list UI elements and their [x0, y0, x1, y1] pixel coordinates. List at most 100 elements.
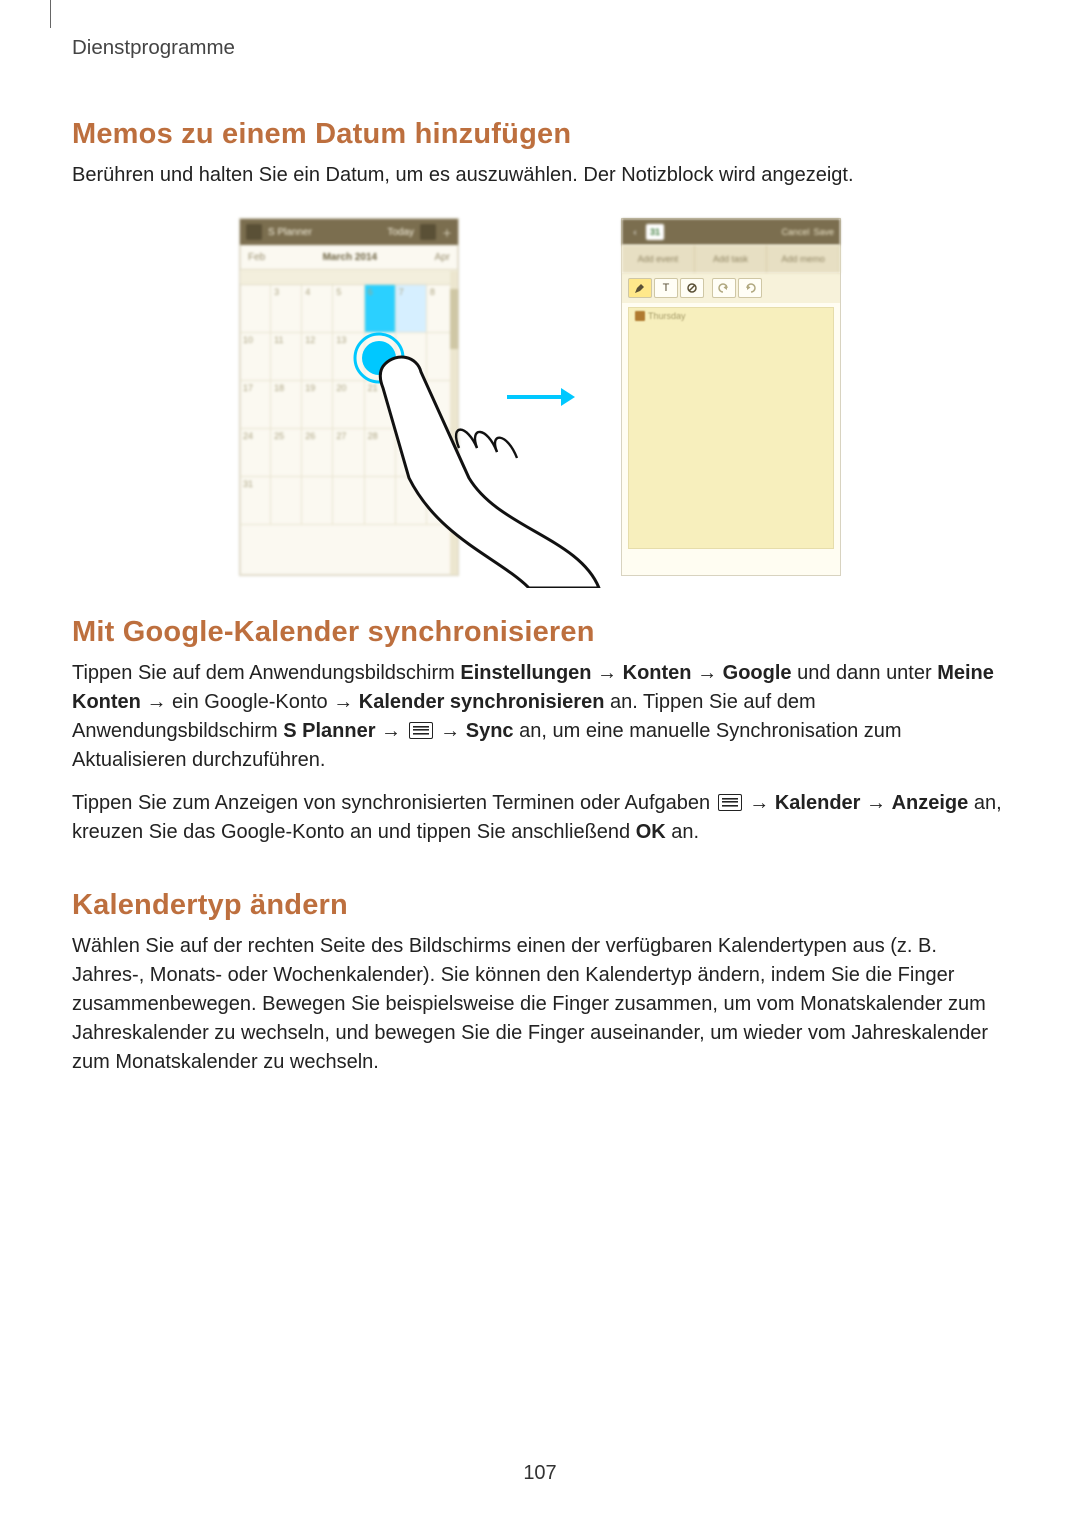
- back-icon: ‹: [628, 227, 642, 237]
- cal-cell: 26: [302, 429, 333, 477]
- page-number: 107: [0, 1462, 1080, 1485]
- cal-cell: 17: [240, 381, 271, 429]
- cal-cell: [333, 477, 364, 525]
- sync-paragraph-1: Tippen Sie auf dem Anwendungsbildschirm …: [72, 659, 1008, 775]
- cal-cell: 5: [333, 285, 364, 333]
- bold-splanner: S Planner: [283, 720, 375, 742]
- arrow-icon: [505, 387, 575, 407]
- prev-month: Feb: [248, 252, 265, 263]
- text-tool-icon: T: [654, 278, 678, 298]
- calendar-month-row: Feb March 2014 Apr: [240, 245, 458, 269]
- cal-day: 7: [399, 287, 404, 297]
- cal-cell-adjacent: 7: [396, 285, 427, 333]
- bold-ok: OK: [636, 821, 666, 843]
- sync-paragraph-2: Tippen Sie zum Anzeigen von synchronisie…: [72, 789, 1008, 847]
- bold-sync: Sync: [466, 720, 514, 742]
- cal-cell: 11: [271, 333, 302, 381]
- cal-cell: [396, 333, 427, 381]
- memo-toolbar: T: [622, 273, 840, 303]
- bold-einstellungen: Einstellungen: [460, 662, 591, 684]
- calendar-shot-wrap: S Planner Today ＋ Feb March 2014 Apr 3 4…: [239, 218, 459, 576]
- cal-cell: 3: [271, 285, 302, 333]
- caltype-paragraph: Wählen Sie auf der rechten Seite des Bil…: [72, 932, 1008, 1077]
- breadcrumb: Dienstprogramme: [72, 36, 1008, 60]
- day-text: Thursday: [648, 311, 686, 321]
- txt: →: [376, 720, 407, 742]
- redo-icon: [738, 278, 762, 298]
- calendar-badge-icon: 31: [646, 224, 664, 240]
- txt: → ein Google-Konto →: [141, 691, 359, 713]
- cal-cell: 29: [396, 429, 427, 477]
- cal-cell: 19: [302, 381, 333, 429]
- cal-cell: 18: [271, 381, 302, 429]
- memo-screenshot: ‹ 31 Cancel Save Add event Add task Add …: [621, 218, 841, 576]
- page-content: Dienstprogramme Memos zu einem Datum hin…: [0, 0, 1080, 1077]
- menu-icon: [409, 722, 433, 739]
- bold-kalender: Kalender: [775, 792, 861, 814]
- next-month: Apr: [434, 252, 450, 263]
- cal-cell: 28: [365, 429, 396, 477]
- today-label: Today: [387, 227, 414, 238]
- cal-cell: 25: [271, 429, 302, 477]
- calendar-topbar: S Planner Today ＋: [240, 219, 458, 245]
- add-memo-tab: Add memo: [767, 245, 840, 273]
- cal-cell: [396, 381, 427, 429]
- memo-canvas: Thursday: [628, 307, 834, 549]
- cal-cell: [365, 477, 396, 525]
- calendar-weekday-header: [240, 269, 458, 285]
- cal-cell: [302, 477, 333, 525]
- cal-cell: 12: [302, 333, 333, 381]
- txt: →: [692, 662, 723, 684]
- txt: und dann unter: [792, 662, 938, 684]
- cal-cell: 13: [333, 333, 364, 381]
- cal-cell: [271, 477, 302, 525]
- bold-kalender-sync: Kalender synchronisieren: [359, 691, 605, 713]
- figure-area: S Planner Today ＋ Feb March 2014 Apr 3 4…: [72, 218, 1008, 576]
- plus-icon: ＋: [442, 225, 452, 240]
- cal-day: 6: [368, 287, 373, 297]
- memos-intro: Berühren und halten Sie ein Datum, um es…: [72, 161, 1008, 190]
- cal-cell: 31: [240, 477, 271, 525]
- memo-actions-row: Add event Add task Add memo: [622, 245, 840, 273]
- txt: an.: [666, 821, 699, 843]
- header-rule: [50, 0, 51, 28]
- eraser-icon: [680, 278, 704, 298]
- section-title-caltype: Kalendertyp ändern: [72, 889, 1008, 922]
- year-label: 2014: [355, 252, 377, 263]
- memo-day-label: Thursday: [635, 311, 686, 321]
- app-label: S Planner: [268, 227, 312, 238]
- cal-cell: 10: [240, 333, 271, 381]
- txt: →: [860, 792, 891, 814]
- section-title-sync: Mit Google-Kalender synchronisieren: [72, 616, 1008, 649]
- cal-cell: 20: [333, 381, 364, 429]
- calendar-grid: 3 4 5 6 7 8 10 11 12 13 17 18 19 20: [240, 285, 458, 525]
- menu-icon: [718, 794, 742, 811]
- cal-cell: 24: [240, 429, 271, 477]
- calendar-screenshot: S Planner Today ＋ Feb March 2014 Apr 3 4…: [239, 218, 459, 576]
- cal-cell: [365, 333, 396, 381]
- cal-cell: 21: [365, 381, 396, 429]
- calendar-scroll-thumb: [450, 289, 458, 349]
- cal-cell: [240, 285, 271, 333]
- txt: Tippen Sie auf dem Anwendungsbildschirm: [72, 662, 460, 684]
- month-label: March: [323, 252, 352, 263]
- cal-cell: [396, 477, 427, 525]
- search-icon: [420, 224, 436, 240]
- cal-cell: 27: [333, 429, 364, 477]
- add-task-tab: Add task: [695, 245, 768, 273]
- txt: →: [435, 720, 466, 742]
- section-title-memos: Memos zu einem Datum hinzufügen: [72, 118, 1008, 151]
- txt: →: [744, 792, 775, 814]
- app-icon: [246, 224, 262, 240]
- cancel-label: Cancel: [781, 227, 809, 237]
- pen-icon: [628, 278, 652, 298]
- undo-icon: [712, 278, 736, 298]
- cal-day: 13: [336, 335, 346, 345]
- txt: Tippen Sie zum Anzeigen von synchronisie…: [72, 792, 716, 814]
- bold-google: Google: [723, 662, 792, 684]
- add-event-tab: Add event: [622, 245, 695, 273]
- txt: →: [592, 662, 623, 684]
- cal-cell: 4: [302, 285, 333, 333]
- memo-topbar: ‹ 31 Cancel Save: [622, 219, 840, 245]
- bold-konten: Konten: [623, 662, 692, 684]
